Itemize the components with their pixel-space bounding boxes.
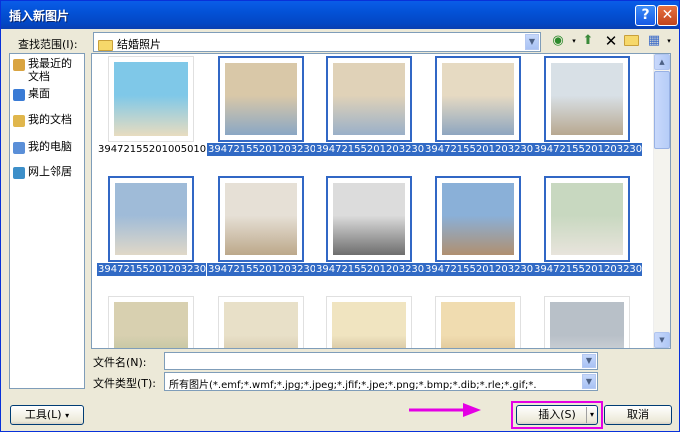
look-in-label: 查找范围(I): bbox=[18, 38, 78, 51]
up-folder-icon[interactable]: ⬆ bbox=[579, 32, 597, 50]
scroll-down-icon[interactable]: ▼ bbox=[654, 332, 670, 348]
place-documents-icon bbox=[13, 115, 25, 127]
close-button[interactable]: ✕ bbox=[657, 5, 678, 26]
chevron-down-icon[interactable]: ▼ bbox=[525, 34, 539, 50]
cancel-button[interactable]: 取消 bbox=[604, 405, 672, 425]
tools-button[interactable]: 工具(L) ▾ bbox=[10, 405, 84, 425]
image-preview bbox=[332, 302, 406, 348]
image-thumbnail[interactable] bbox=[218, 56, 304, 142]
image-thumbnail[interactable] bbox=[435, 56, 521, 142]
help-button[interactable]: ? bbox=[635, 5, 656, 26]
thumbnail-caption[interactable]: 394721552012032308... bbox=[424, 263, 533, 276]
image-preview bbox=[442, 183, 514, 255]
thumbnail-caption[interactable]: 394721552012032307... bbox=[315, 263, 424, 276]
image-thumbnail[interactable] bbox=[435, 176, 521, 262]
filename-input[interactable]: ▼ bbox=[164, 352, 598, 370]
image-thumbnail[interactable] bbox=[326, 56, 412, 142]
image-preview bbox=[441, 302, 515, 348]
image-thumbnail[interactable] bbox=[544, 176, 630, 262]
image-thumbnail[interactable] bbox=[544, 56, 630, 142]
image-thumbnail[interactable] bbox=[326, 176, 412, 262]
filetype-select[interactable]: 所有图片(*.emf;*.wmf;*.jpg;*.jpeg;*.jfif;*.j… bbox=[164, 372, 598, 391]
insert-dropdown-icon[interactable]: ▾ bbox=[586, 407, 597, 423]
place-computer-icon bbox=[13, 142, 25, 154]
image-thumbnail[interactable] bbox=[108, 56, 194, 142]
image-preview bbox=[333, 183, 405, 255]
thumbnail-caption[interactable]: 394721552012032304... bbox=[533, 143, 642, 156]
image-preview bbox=[114, 62, 188, 136]
insert-button[interactable]: 插入(S) ▾ bbox=[516, 405, 598, 425]
image-preview bbox=[225, 183, 297, 255]
thumbnail-caption[interactable]: 394721552012032305... bbox=[97, 263, 206, 276]
image-thumbnail[interactable] bbox=[544, 296, 630, 348]
places-bar: 我最近的文档桌面我的文档我的电脑网上邻居 bbox=[9, 53, 85, 389]
image-thumbnail[interactable] bbox=[218, 296, 304, 348]
image-preview bbox=[442, 63, 514, 135]
thumbnail-caption[interactable]: 394721552012032302... bbox=[315, 143, 424, 156]
place-documents-label: 我的文档 bbox=[28, 113, 72, 126]
image-preview bbox=[551, 63, 623, 135]
views-dropdown-icon[interactable]: ▾ bbox=[660, 32, 678, 50]
scroll-up-icon[interactable]: ▲ bbox=[654, 54, 670, 70]
image-preview bbox=[224, 302, 298, 348]
thumbnail-caption[interactable]: 394721552012032303... bbox=[424, 143, 533, 156]
image-preview bbox=[333, 63, 405, 135]
image-preview bbox=[114, 302, 188, 348]
place-network-label: 网上邻居 bbox=[28, 165, 72, 178]
folder-icon bbox=[98, 39, 113, 51]
image-thumbnail[interactable] bbox=[108, 296, 194, 348]
look-in-value: 结婚照片 bbox=[117, 38, 161, 51]
look-in-combo[interactable]: 结婚照片 ▼ bbox=[93, 32, 541, 52]
image-preview bbox=[550, 302, 624, 348]
new-folder-icon[interactable] bbox=[624, 32, 642, 50]
thumbnail-caption[interactable]: 394721552012032306... bbox=[207, 263, 316, 276]
chevron-down-icon[interactable]: ▼ bbox=[582, 374, 596, 389]
chevron-down-icon[interactable]: ▼ bbox=[582, 354, 596, 368]
tools-label: 工具(L) bbox=[24, 408, 62, 421]
scrollbar-thumb[interactable] bbox=[654, 71, 670, 149]
vertical-scrollbar[interactable]: ▲ ▼ bbox=[653, 54, 670, 348]
place-recent-icon bbox=[13, 59, 25, 71]
thumbnail-caption[interactable]: 39472155201005010... bbox=[97, 143, 206, 156]
insert-picture-dialog: 插入新图片 ? ✕ 查找范围(I): 结婚照片 ▼ ◉ ▾ ⬆ ✕ ▦ ▾ 我最… bbox=[0, 0, 680, 432]
image-thumbnail[interactable] bbox=[218, 176, 304, 262]
place-desktop-label: 桌面 bbox=[28, 87, 50, 100]
filetype-label: 文件类型(T): bbox=[93, 377, 157, 390]
place-network-icon bbox=[13, 167, 25, 179]
image-preview bbox=[551, 183, 623, 255]
image-thumbnail[interactable] bbox=[326, 296, 412, 348]
insert-label: 插入(S) bbox=[538, 408, 576, 421]
image-preview bbox=[225, 63, 297, 135]
image-preview bbox=[115, 183, 187, 255]
dropdown-icon: ▾ bbox=[65, 411, 70, 420]
thumbnail-caption[interactable]: 394721552012032309... bbox=[533, 263, 642, 276]
thumbnail-view[interactable]: ▲ ▼ 39472155201005010... 3947215520120323… bbox=[91, 53, 671, 349]
window-title: 插入新图片 bbox=[9, 9, 70, 23]
filetype-value: 所有图片(*.emf;*.wmf;*.jpg;*.jpeg;*.jfif;*.j… bbox=[169, 380, 537, 391]
filename-label: 文件名(N): bbox=[93, 356, 147, 369]
thumbnail-caption[interactable]: 394721552012032301... bbox=[207, 143, 316, 156]
image-thumbnail[interactable] bbox=[108, 176, 194, 262]
place-desktop-icon bbox=[13, 89, 25, 101]
image-thumbnail[interactable] bbox=[435, 296, 521, 348]
pointer-arrow bbox=[409, 403, 481, 417]
delete-icon[interactable]: ✕ bbox=[602, 32, 620, 50]
title-bar: 插入新图片 ? ✕ bbox=[1, 1, 679, 29]
place-computer-label: 我的电脑 bbox=[28, 140, 72, 153]
place-recent-label: 我最近的文档 bbox=[28, 57, 72, 83]
